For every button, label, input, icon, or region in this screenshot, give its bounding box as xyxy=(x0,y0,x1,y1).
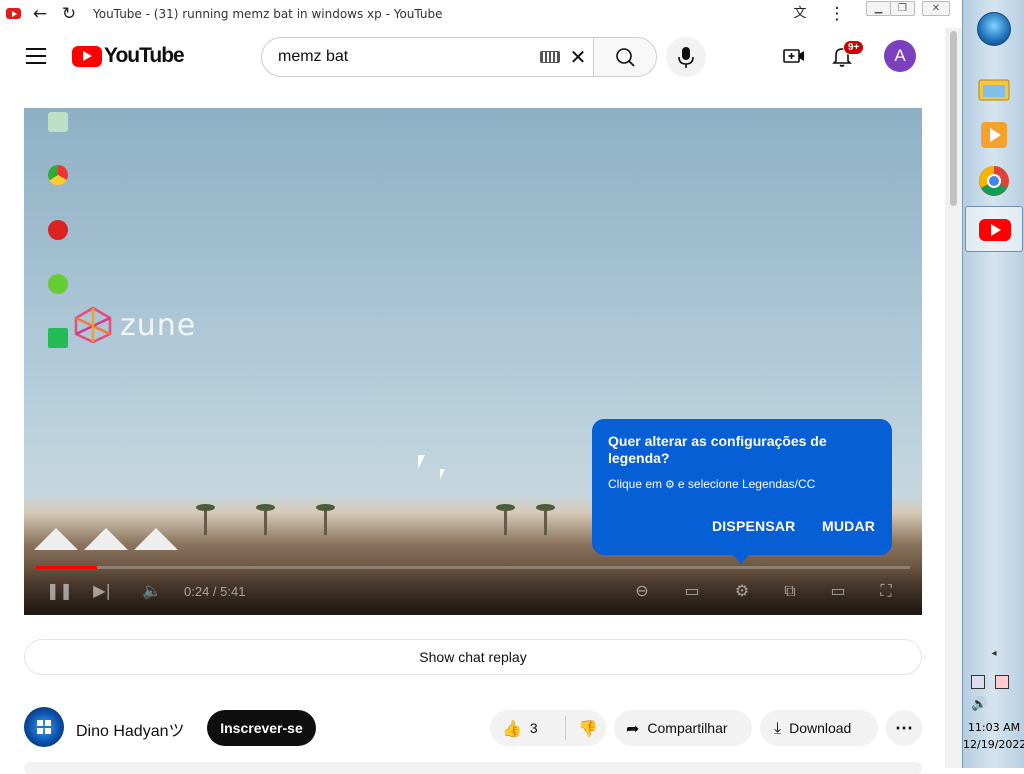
video-player[interactable]: zune ❚❚ ▶| 🔈 0:24 / 5:41 ⊖ ▭ ⚙ ⧉ ▭ ⛶ Que… xyxy=(24,108,922,615)
share-button[interactable]: ➦ Compartilhar xyxy=(614,710,752,746)
miniplayer-icon[interactable]: ⧉ xyxy=(778,579,802,603)
clock-date[interactable]: 12/19/2022 xyxy=(963,738,1024,751)
youtube-play-icon xyxy=(72,45,102,67)
reload-icon[interactable]: ↻ xyxy=(59,4,79,24)
tent-shape xyxy=(134,528,178,550)
more-horiz-icon: ⋯ xyxy=(895,717,913,738)
youtube-taskbar-icon xyxy=(979,219,1011,241)
file-explorer-icon[interactable] xyxy=(977,72,1011,106)
logo-wordmark: YouTube xyxy=(104,44,185,67)
palm-tree xyxy=(196,504,215,535)
youtube-taskbar-button[interactable] xyxy=(965,206,1023,252)
tooltip-title: Quer alterar as configurações de legenda… xyxy=(608,433,827,466)
download-label: Download xyxy=(789,720,852,736)
network-error-tray-icon[interactable] xyxy=(995,675,1009,689)
media-player-icon[interactable] xyxy=(977,118,1011,152)
minimize-button[interactable]: ▁ xyxy=(866,1,891,16)
menu-icon[interactable] xyxy=(26,48,46,64)
description-box[interactable] xyxy=(24,762,922,774)
windows-taskbar: ◂ 🔊 11:03 AM 12/19/2022 xyxy=(962,0,1024,768)
zune-logo: zune xyxy=(72,306,196,344)
dismiss-button[interactable]: DISPENSAR xyxy=(712,518,795,534)
clock-time[interactable]: 11:03 AM xyxy=(963,721,1024,734)
clear-search-icon[interactable]: ✕ xyxy=(566,45,590,69)
like-dislike-group: 👍 3 👎 xyxy=(490,710,606,746)
notification-badge: 9+ xyxy=(843,40,865,55)
tent-shape xyxy=(34,528,78,550)
palm-tree xyxy=(536,504,555,535)
more-actions-button[interactable]: ⋯ xyxy=(886,710,922,746)
like-button[interactable]: 👍 3 xyxy=(502,716,567,740)
gear-icon: ⚙ xyxy=(665,478,675,491)
thumbs-up-icon: 👍 xyxy=(502,718,522,738)
recycle-bin-desktop-icon xyxy=(34,112,82,134)
download-button[interactable]: ⤓ Download xyxy=(760,710,878,746)
subtitles-icon[interactable]: ▭ xyxy=(680,579,704,603)
progress-bar[interactable] xyxy=(36,566,910,569)
subscribe-button[interactable]: Inscrever-se xyxy=(207,710,316,746)
channel-avatar[interactable] xyxy=(24,707,64,747)
translate-icon[interactable]: 文 xyxy=(790,4,810,24)
search-icon xyxy=(616,48,635,67)
more-vert-icon[interactable]: ⋮ xyxy=(827,4,847,24)
restore-button[interactable]: ❐ xyxy=(890,1,915,16)
change-button[interactable]: MUDAR xyxy=(822,518,875,534)
account-avatar[interactable]: A xyxy=(884,40,916,72)
zune-mark-icon xyxy=(74,306,112,344)
search-input[interactable] xyxy=(278,38,538,76)
youtube-logo[interactable]: YouTube xyxy=(72,44,185,67)
voice-search-button[interactable] xyxy=(666,37,706,77)
volume-icon[interactable]: 🔈 xyxy=(140,579,164,603)
tooltip-body-after: e selecione Legendas/CC xyxy=(677,477,816,491)
fullscreen-icon[interactable]: ⛶ xyxy=(874,579,898,603)
progress-fill xyxy=(36,566,98,569)
tooltip-body-before: Clique em xyxy=(608,477,663,491)
start-orb-icon[interactable] xyxy=(977,12,1011,46)
caption-settings-tooltip: Quer alterar as configurações de legenda… xyxy=(592,419,892,564)
back-arrow-icon[interactable]: ← xyxy=(30,4,50,24)
palm-tree xyxy=(256,504,275,535)
palm-tree xyxy=(496,504,515,535)
search-box: ✕ xyxy=(261,37,657,77)
like-count: 3 xyxy=(529,720,538,736)
channel-name[interactable]: Dino Hadyanツ xyxy=(76,717,185,741)
green-app-desktop-icon xyxy=(34,274,82,296)
tooltip-body: Clique em ⚙ e selecione Legendas/CC xyxy=(608,477,876,492)
window-title: YouTube - (31) running memz bat in windo… xyxy=(93,7,443,21)
youtube-header: YouTube ✕ 9+ A xyxy=(0,28,945,84)
pause-icon[interactable]: ❚❚ xyxy=(46,579,73,603)
microphone-icon xyxy=(678,47,694,68)
volume-tray-icon[interactable]: 🔊 xyxy=(963,697,1024,712)
red-app-desktop-icon xyxy=(34,220,82,242)
theater-mode-icon[interactable]: ▭ xyxy=(826,579,850,603)
palm-tree xyxy=(316,504,335,535)
youtube-favicon-icon xyxy=(6,8,21,19)
share-arrow-icon: ➦ xyxy=(626,718,640,738)
close-window-button[interactable]: ✕ xyxy=(922,1,950,16)
search-button[interactable] xyxy=(593,38,656,76)
settings-gear-icon[interactable]: ⚙ xyxy=(730,579,754,603)
mouse-cursor-icon xyxy=(418,455,425,469)
zune-wordmark: zune xyxy=(120,307,197,343)
autoplay-toggle[interactable]: ⊖ xyxy=(624,579,660,603)
scrollbar-thumb[interactable] xyxy=(950,31,957,206)
page-scrollbar[interactable] xyxy=(945,28,962,768)
tent-shape xyxy=(84,528,128,550)
network-tray-icon[interactable] xyxy=(971,675,985,689)
thumbs-down-icon[interactable]: 👎 xyxy=(578,719,598,738)
show-chat-replay-button[interactable]: Show chat replay xyxy=(24,639,922,675)
download-icon: ⤓ xyxy=(774,718,782,737)
next-video-icon[interactable]: ▶| xyxy=(90,579,114,603)
keyboard-icon[interactable] xyxy=(540,51,560,63)
share-label: Compartilhar xyxy=(647,720,728,736)
create-video-icon[interactable] xyxy=(782,44,806,68)
chrome-taskbar-icon[interactable] xyxy=(977,164,1011,198)
mouse-cursor-icon xyxy=(440,469,445,479)
tray-expand-icon[interactable]: ◂ xyxy=(963,648,1024,659)
chrome-desktop-icon xyxy=(34,165,82,187)
time-display: 0:24 / 5:41 xyxy=(184,584,246,599)
browser-title-bar: ← ↻ YouTube - (31) running memz bat in w… xyxy=(0,0,962,28)
